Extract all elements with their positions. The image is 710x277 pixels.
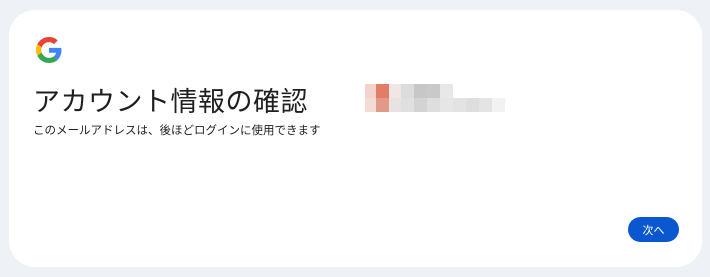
- mosaic-pixel: [376, 98, 389, 112]
- mosaic-pixel: [427, 84, 440, 98]
- mosaic-pixel: [414, 98, 427, 112]
- mosaic-pixel: [440, 98, 453, 112]
- mosaic-pixel: [427, 98, 440, 112]
- mosaic-pixel: [492, 98, 505, 112]
- mosaic-pixel: [376, 84, 389, 98]
- mosaic-pixel: [414, 84, 427, 98]
- redacted-email-address: [365, 84, 512, 113]
- mosaic-pixel: [401, 84, 414, 98]
- mosaic-pixel: [453, 98, 466, 112]
- mosaic-pixel: [479, 98, 492, 112]
- account-confirmation-card: アカウント情報の確認 このメールアドレスは、後ほどログインに使用できます 次へ: [9, 10, 702, 267]
- mosaic-pixel: [401, 98, 414, 112]
- mosaic-pixel: [440, 84, 453, 98]
- next-button[interactable]: 次へ: [628, 217, 679, 242]
- mosaic-pixel: [466, 98, 479, 112]
- page-subtitle: このメールアドレスは、後ほどログインに使用できます: [33, 123, 321, 137]
- page-title: アカウント情報の確認: [33, 87, 308, 118]
- google-g-logo-icon: [36, 37, 62, 63]
